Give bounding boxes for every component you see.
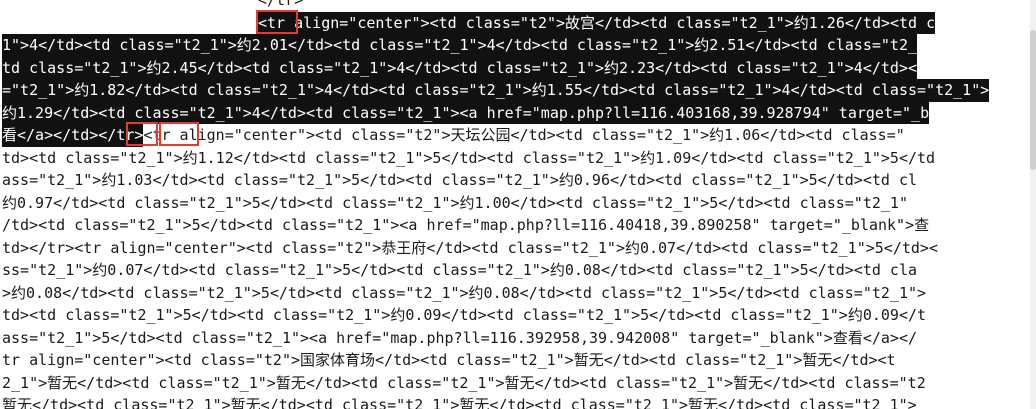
code-line: >约0.08</td><td class="t2_1">5</td><td cl…: [2, 282, 926, 305]
selected-code-text: 看</a></td></tr>: [2, 124, 144, 147]
code-text: 2_1">暂无</td><td class="t2_1">暂无</td><td …: [2, 373, 926, 392]
code-line: <tr align="center"><td class="t2">故宫</td…: [258, 11, 936, 34]
code-text: 约0.97</td><td class="t2_1">5</td><td cla…: [2, 193, 908, 212]
selected-code-text: 1">4</td><td class="t2_1">约2.01</td><td …: [2, 34, 918, 57]
selected-code-text: ="t2_1">约1.82</td><td class="t2_1">4</td…: [2, 79, 990, 102]
code-text: tr align="center"><td class="t2">国家体育场</…: [2, 351, 896, 369]
code-line: 约0.97</td><td class="t2_1">5</td><td cla…: [2, 192, 908, 215]
code-text: ass="t2_1">5</td><td class="t2_1"><a hre…: [2, 328, 918, 347]
code-text: ss="t2_1">约0.07</td><td class="t2_1">5</…: [2, 261, 918, 279]
code-line: ass="t2_1">约1.03</td><td class="t2_1">5<…: [2, 169, 917, 192]
code-line: ss="t2_1">约0.07</td><td class="t2_1">5</…: [2, 259, 917, 282]
code-line: td></tr><tr align="center"><td class="t2…: [2, 237, 938, 260]
selected-code-text: 约1.29</td><td class="t2_1">4</td><td cla…: [2, 101, 930, 124]
selected-code-text: <tr align="center"><td class="t2">故宫</td…: [258, 11, 936, 34]
code-line: td><td class="t2_1">约1.12</td><td class=…: [2, 147, 935, 170]
code-text: 暂无</td><td class="t2_1">暂无</td><td class…: [2, 396, 917, 409]
code-text: td><td class="t2_1">约1.12</td><td class=…: [2, 148, 936, 167]
code-line: 1">4</td><td class="t2_1">约2.01</td><td …: [2, 34, 918, 57]
code-text: td></tr><tr align="center"><td class="t2…: [2, 238, 938, 257]
selected-code-text: td class="t2_1">约2.45</td><td class="t2_…: [2, 56, 918, 79]
vertical-scrollbar[interactable]: [1030, 0, 1036, 409]
code-line: </tr>: [258, 0, 303, 12]
code-text: /td><td class="t2_1">5</td><td class="t2…: [2, 216, 930, 234]
code-line: 暂无</td><td class="t2_1">暂无</td><td class…: [2, 394, 917, 409]
scrollbar-thumb[interactable]: [1030, 30, 1036, 170]
code-line: 2_1">暂无</td><td class="t2_1">暂无</td><td …: [2, 372, 926, 395]
code-text: ass="t2_1">约1.03</td><td class="t2_1">5<…: [2, 171, 918, 189]
code-line: /td><td class="t2_1">5</td><td class="t2…: [2, 214, 929, 237]
code-text: <tr align="center"><td class="t2">天坛公园</…: [143, 126, 905, 144]
code-text: </tr>: [258, 0, 304, 9]
code-line: 约1.29</td><td class="t2_1">4</td><td cla…: [2, 101, 930, 124]
code-line: tr align="center"><td class="t2">国家体育场</…: [2, 349, 896, 372]
code-line: ass="t2_1">5</td><td class="t2_1"><a hre…: [2, 327, 917, 350]
code-line: td><td class="t2_1">5</td><td class="t2_…: [2, 304, 926, 327]
code-text: >约0.08</td><td class="t2_1">5</td><td cl…: [2, 283, 927, 302]
code-text: td><td class="t2_1">5</td><td class="t2_…: [2, 306, 927, 324]
code-line: ="t2_1">约1.82</td><td class="t2_1">4</td…: [2, 79, 990, 102]
source-code-viewer[interactable]: </tr> <tr align="center"><td class="t2">故…: [0, 0, 1036, 409]
code-line: 看</a></td></tr> <tr align="center"><td cl…: [2, 124, 905, 147]
code-line: td class="t2_1">约2.45</td><td class="t2_…: [2, 56, 918, 79]
